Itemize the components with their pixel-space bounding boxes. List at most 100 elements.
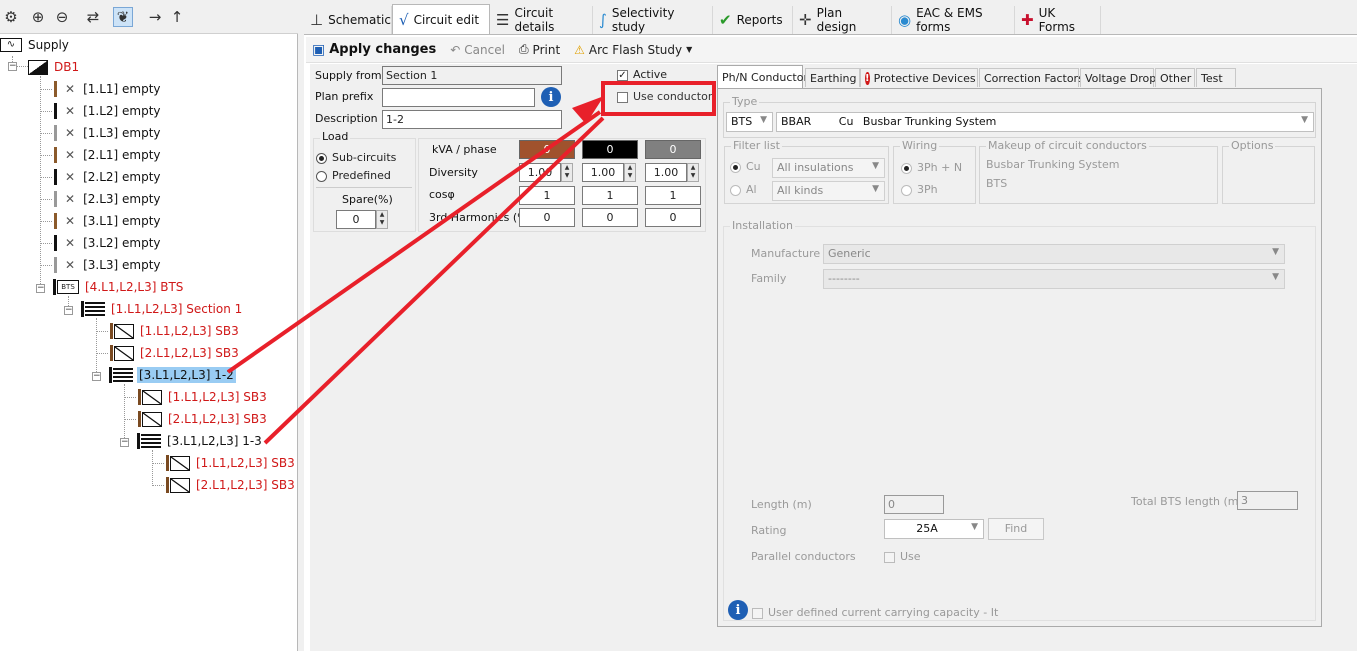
collapse-toggle[interactable]: −	[36, 284, 45, 293]
harmonics-l3[interactable]: 0	[645, 208, 701, 227]
kinds-select[interactable]: All kinds ▼	[772, 181, 885, 201]
tab-circuit-edit[interactable]: √ Circuit edit	[392, 4, 490, 35]
tab-schematic[interactable]: ⊥ Schematic	[304, 6, 392, 34]
arrow-up-icon[interactable]: ↑	[167, 7, 187, 27]
tree-node-sb3[interactable]: [2.L1,L2,L3] SB3	[138, 410, 269, 428]
switch-box-icon	[114, 345, 134, 361]
tree-node-supply[interactable]: ∿ Supply	[0, 36, 71, 54]
settings-tree-icon[interactable]: ⚙	[1, 7, 21, 27]
kva-l3[interactable]: 0	[645, 140, 701, 159]
tree-node-empty[interactable]: ✕ [1.L2] empty	[54, 102, 163, 120]
tab-voltage-drop[interactable]: Voltage Drop	[1080, 68, 1156, 87]
cancel-button[interactable]: ↶ Cancel	[450, 43, 505, 57]
arc-flash-study-button[interactable]: ⚠ Arc Flash Study ▼	[574, 43, 692, 57]
kva-l2[interactable]: 0	[582, 140, 638, 159]
collapse-toggle[interactable]: −	[64, 306, 73, 315]
tree-node-sb3[interactable]: [1.L1,L2,L3] SB3	[138, 388, 269, 406]
active-checkbox[interactable]: ✓ Active	[617, 68, 667, 81]
distribution-board-icon	[28, 59, 48, 75]
collapse-toggle[interactable]: −	[8, 62, 17, 71]
tab-circuit-details[interactable]: ☰ Circuit details	[490, 6, 593, 34]
tab-eac-ems-forms[interactable]: ◉ EAC & EMS forms	[892, 6, 1015, 34]
tab-protective-devices[interactable]: ! Protective Devices	[860, 68, 978, 87]
tab-reports[interactable]: ✔ Reports	[713, 6, 793, 34]
manufacture-select[interactable]: Generic ▼	[823, 244, 1285, 264]
wiring-3ph-n-radio[interactable]: 3Ph + N	[901, 161, 962, 174]
empty-x-icon: ✕	[65, 104, 76, 118]
al-radio[interactable]: Al	[730, 183, 757, 196]
kva-l1[interactable]: 0	[519, 140, 575, 159]
busbar-section-icon	[113, 368, 133, 382]
tree-node-section-1-2[interactable]: [3.L1,L2,L3] 1-2	[109, 366, 236, 384]
tree-node-bts[interactable]: BTS [4.L1,L2,L3] BTS	[53, 278, 185, 296]
tab-earthing[interactable]: Earthing	[805, 68, 860, 87]
apply-changes-button[interactable]: ▣ Apply changes	[312, 42, 436, 58]
length-input[interactable]: 0	[884, 495, 944, 514]
print-button[interactable]: ⎙ Print	[519, 42, 560, 57]
tree-node-sb3[interactable]: [1.L1,L2,L3] SB3	[110, 322, 241, 340]
tree-node-sb3[interactable]: [2.L1,L2,L3] SB3	[166, 476, 297, 494]
tree-node-empty[interactable]: ✕ [1.L3] empty	[54, 124, 163, 142]
tree-node-sb3[interactable]: [1.L1,L2,L3] SB3	[166, 454, 297, 472]
spare-label: Spare(%)	[342, 193, 393, 206]
tab-ph-n-conductor[interactable]: Ph/N Conductor	[717, 65, 808, 88]
find-button[interactable]: Find	[988, 518, 1044, 540]
tree-node-empty[interactable]: ✕ [3.L3] empty	[54, 256, 163, 274]
tree-node-empty[interactable]: ✕ [1.L1] empty	[54, 80, 163, 98]
user-defined-capacity-checkbox[interactable]: User defined current carrying capacity -…	[752, 606, 998, 619]
insulations-select[interactable]: All insulations ▼	[772, 158, 885, 178]
diversity-l2-stepper[interactable]: ▲ ▼	[624, 163, 636, 182]
tab-plan-design[interactable]: ✛ Plan design	[793, 6, 892, 34]
collapse-toggle[interactable]: −	[120, 438, 129, 447]
info-icon[interactable]: i	[541, 87, 561, 107]
conductor-system-select[interactable]: BBAR Cu Busbar Trunking System ▼	[776, 112, 1314, 132]
diversity-l1-stepper[interactable]: ▲ ▼	[561, 163, 573, 182]
tab-test[interactable]: Test	[1196, 68, 1236, 87]
type-select[interactable]: BTS ▼	[726, 112, 773, 132]
tree-node-empty[interactable]: ✕ [2.L1] empty	[54, 146, 163, 164]
family-select[interactable]: -------- ▼	[823, 269, 1285, 289]
tab-selectivity-study[interactable]: ∫ Selectivity study	[593, 6, 713, 34]
leaf-icon[interactable]: ❦	[113, 7, 133, 27]
diversity-l3[interactable]: 1.00	[645, 163, 687, 182]
tree-node-sb3[interactable]: [2.L1,L2,L3] SB3	[110, 344, 241, 362]
cos-l3[interactable]: 1	[645, 186, 701, 205]
cos-l1[interactable]: 1	[519, 186, 575, 205]
predefined-radio[interactable]: Predefined	[316, 169, 391, 182]
switch-box-icon	[170, 477, 190, 493]
switch-box-icon	[142, 389, 162, 405]
description-input[interactable]: 1-2	[382, 110, 562, 129]
arrow-right-icon[interactable]: →	[145, 7, 165, 27]
diversity-l1[interactable]: 1.00	[519, 163, 561, 182]
tree-node-empty[interactable]: ✕ [3.L2] empty	[54, 234, 163, 252]
sub-circuits-radio[interactable]: Sub-circuits	[316, 151, 396, 164]
tree-node-empty[interactable]: ✕ [2.L2] empty	[54, 168, 163, 186]
diversity-l2[interactable]: 1.00	[582, 163, 624, 182]
cos-l2[interactable]: 1	[582, 186, 638, 205]
tree-node-section1[interactable]: [1.L1,L2,L3] Section 1	[81, 300, 244, 318]
rating-select[interactable]: 25A ▼	[884, 519, 984, 539]
cu-radio[interactable]: Cu	[730, 160, 761, 173]
tree-node-empty[interactable]: ✕ [3.L1] empty	[54, 212, 163, 230]
info-icon[interactable]: i	[728, 600, 748, 620]
refresh-icon[interactable]: ⇄	[83, 7, 103, 27]
tree-node-empty[interactable]: ✕ [2.L3] empty	[54, 190, 163, 208]
tree-node-db1[interactable]: DB1	[28, 58, 81, 76]
harmonics-l1[interactable]: 0	[519, 208, 575, 227]
parallel-use-checkbox[interactable]: Use	[884, 550, 921, 563]
diversity-l3-stepper[interactable]: ▲ ▼	[687, 163, 699, 182]
use-conductor-checkbox[interactable]: Use conductor	[617, 90, 712, 103]
collapse-toggle[interactable]: −	[92, 372, 101, 381]
harmonics-l2[interactable]: 0	[582, 208, 638, 227]
tab-other[interactable]: Other	[1155, 68, 1195, 87]
tab-uk-forms[interactable]: ✚ UK Forms	[1015, 6, 1101, 34]
description-label: Description	[315, 112, 378, 125]
zoom-out-icon[interactable]: ⊖	[52, 7, 72, 27]
plan-prefix-input[interactable]	[382, 88, 535, 107]
wiring-3ph-radio[interactable]: 3Ph	[901, 183, 938, 196]
zoom-in-icon[interactable]: ⊕	[28, 7, 48, 27]
tab-correction-factors[interactable]: Correction Factors	[979, 68, 1084, 87]
tree-node-section-1-3[interactable]: [3.L1,L2,L3] 1-3	[137, 432, 264, 450]
spare-stepper[interactable]: ▲ ▼	[376, 210, 388, 229]
spare-input[interactable]: 0	[336, 210, 376, 229]
